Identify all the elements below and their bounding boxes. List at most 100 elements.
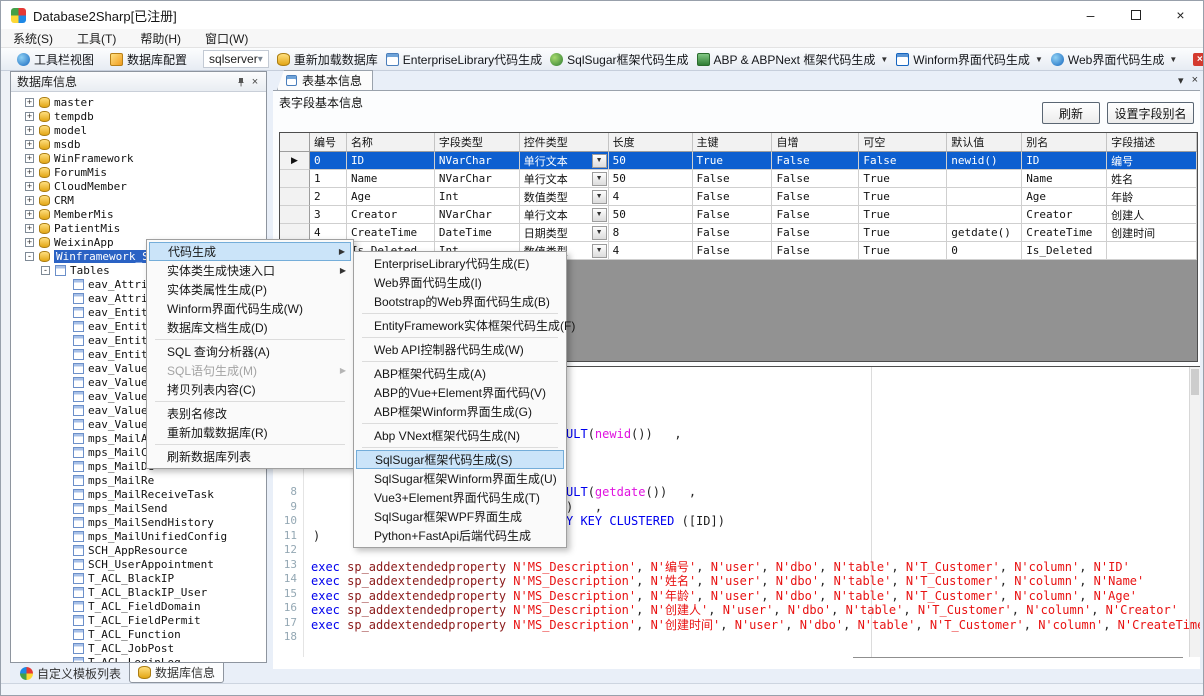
toolbar-button-exit[interactable]: ×退出 <box>1189 49 1204 70</box>
tree-item-database[interactable]: +model <box>11 123 266 137</box>
tree-item-table[interactable]: T_ACL_JobPost <box>11 641 266 655</box>
menu-item[interactable]: Vue3+Element界面代码生成(T) <box>356 488 564 507</box>
grid-cell-default[interactable] <box>947 206 1022 224</box>
tree-item-table[interactable]: mps_MailUnifiedConfig <box>11 529 266 543</box>
grid-cell-type[interactable]: DateTime <box>435 224 520 242</box>
grid-cell-control[interactable]: 单行文本▼ <box>520 206 609 224</box>
grid-column-header[interactable]: 名称 <box>347 133 435 152</box>
menu-item[interactable]: 实体类生成快速入口▶ <box>149 261 351 280</box>
tree-expand-icon[interactable]: + <box>25 126 34 135</box>
menu-item[interactable]: SQL 查询分析器(A) <box>149 342 351 361</box>
grid-cell-default[interactable] <box>947 170 1022 188</box>
grid-column-header[interactable]: 字段描述 <box>1107 133 1197 152</box>
tree-expand-icon[interactable]: + <box>25 196 34 205</box>
grid-column-header[interactable]: 默认值 <box>947 133 1022 152</box>
grid-cell-alias[interactable]: Age <box>1022 188 1107 206</box>
grid-cell-alias[interactable]: CreateTime <box>1022 224 1107 242</box>
grid-cell-desc[interactable]: 编号 <box>1107 152 1197 170</box>
menu-item[interactable]: 代码生成▶ <box>149 242 351 261</box>
grid-cell-no[interactable]: 1 <box>310 170 347 188</box>
grid-cell-inc[interactable]: False <box>772 224 859 242</box>
grid-cell-name[interactable]: ID <box>347 152 435 170</box>
toolbar-button-web[interactable]: Web界面代码生成▼ <box>1047 49 1181 70</box>
grid-cell-len[interactable]: 50 <box>609 206 693 224</box>
menu-item[interactable]: Bootstrap的Web界面代码生成(B) <box>356 292 564 311</box>
grid-cell-desc[interactable] <box>1107 242 1197 260</box>
combo-dropdown-button[interactable]: ▼ <box>592 172 607 186</box>
grid-cell-inc[interactable]: False <box>772 242 859 260</box>
tree-item-table[interactable]: T_ACL_FieldDomain <box>11 599 266 613</box>
grid-column-header[interactable]: 自增 <box>772 133 859 152</box>
grid-cell-control[interactable]: 日期类型▼ <box>520 224 609 242</box>
grid-cell-no[interactable]: 2 <box>310 188 347 206</box>
tree-item-table[interactable]: T_ACL_BlackIP <box>11 571 266 585</box>
menu-item[interactable]: 数据库文档生成(D) <box>149 318 351 337</box>
grid-row-header[interactable] <box>280 170 310 188</box>
maximize-button[interactable] <box>1113 1 1158 29</box>
menu-item[interactable]: SqlSugar框架代码生成(S) <box>356 450 564 469</box>
menu-item[interactable]: 拷贝列表内容(C) <box>149 380 351 399</box>
grid-cell-pk[interactable]: False <box>693 170 773 188</box>
grid-cell-alias[interactable]: ID <box>1022 152 1107 170</box>
toolbar-button-enterpriselibrary[interactable]: EnterpriseLibrary代码生成 <box>382 49 546 70</box>
grid-column-header[interactable]: 别名 <box>1022 133 1107 152</box>
toolbar-button-reload-database[interactable]: 重新加载数据库 <box>273 49 382 70</box>
combo-dropdown-button[interactable]: ▼ <box>592 190 607 204</box>
code-horizontal-scrollbar[interactable] <box>853 657 1183 658</box>
grid-cell-inc[interactable]: False <box>772 152 859 170</box>
tab-table-basic-info[interactable]: 表基本信息 <box>277 70 373 90</box>
grid-cell-len[interactable]: 8 <box>609 224 693 242</box>
toolbar-button-abp[interactable]: ABP & ABPNext 框架代码生成▼ <box>693 49 893 70</box>
grid-cell-type[interactable]: NVarChar <box>435 206 520 224</box>
menu-item[interactable]: Web API控制器代码生成(W) <box>356 340 564 359</box>
grid-column-header[interactable]: 编号 <box>310 133 347 152</box>
tree-item-table[interactable]: T_ACL_FieldPermit <box>11 613 266 627</box>
menu-item[interactable]: SqlSugar框架WPF界面生成 <box>356 507 564 526</box>
grid-cell-pk[interactable]: False <box>693 188 773 206</box>
menu-item[interactable]: ABP的Vue+Element界面代码(V) <box>356 383 564 402</box>
tree-expand-icon[interactable]: + <box>25 210 34 219</box>
database-type-combobox[interactable]: sqlserver▾ <box>203 50 269 68</box>
tree-expand-icon[interactable]: + <box>25 238 34 247</box>
grid-cell-no[interactable]: 3 <box>310 206 347 224</box>
close-button[interactable]: × <box>1158 1 1203 29</box>
tree-item-database[interactable]: +CloudMember <box>11 179 266 193</box>
grid-cell-len[interactable]: 4 <box>609 242 693 260</box>
menubar-item[interactable]: 帮助(H) <box>140 30 181 47</box>
refresh-button[interactable]: 刷新 <box>1042 102 1100 124</box>
toolbar-button-db-config[interactable]: 数据库配置 <box>106 49 191 70</box>
grid-cell-pk[interactable]: False <box>693 242 773 260</box>
grid-cell-pk[interactable]: False <box>693 206 773 224</box>
grid-cell-inc[interactable]: False <box>772 188 859 206</box>
grid-cell-len[interactable]: 4 <box>609 188 693 206</box>
grid-column-header[interactable]: 可空 <box>859 133 947 152</box>
tree-expand-icon[interactable]: + <box>25 224 34 233</box>
tree-item-database[interactable]: +PatientMis <box>11 221 266 235</box>
tree-item-database[interactable]: +tempdb <box>11 109 266 123</box>
tree-item-database[interactable]: +msdb <box>11 137 266 151</box>
grid-cell-desc[interactable]: 创建时间 <box>1107 224 1197 242</box>
grid-cell-default[interactable]: getdate() <box>947 224 1022 242</box>
grid-cell-nullable[interactable]: False <box>859 152 947 170</box>
grid-cell-pk[interactable]: False <box>693 224 773 242</box>
grid-cell-inc[interactable]: False <box>772 170 859 188</box>
tab-list-dropdown-icon[interactable]: ▾ <box>1178 74 1184 87</box>
menu-item[interactable]: Web界面代码生成(I) <box>356 273 564 292</box>
tree-expand-icon[interactable]: + <box>25 140 34 149</box>
tree-item-database[interactable]: +master <box>11 95 266 109</box>
grid-cell-name[interactable]: Creator <box>347 206 435 224</box>
menu-item[interactable]: 实体类属性生成(P) <box>149 280 351 299</box>
grid-cell-pk[interactable]: True <box>693 152 773 170</box>
grid-cell-desc[interactable]: 年龄 <box>1107 188 1197 206</box>
grid-cell-nullable[interactable]: True <box>859 170 947 188</box>
close-panel-icon[interactable]: × <box>248 75 262 89</box>
grid-cell-type[interactable]: Int <box>435 188 520 206</box>
tree-expand-icon[interactable]: + <box>25 182 34 191</box>
toolbar-button-toolbar-view[interactable]: 工具栏视图 <box>13 49 98 70</box>
grid-cell-nullable[interactable]: True <box>859 188 947 206</box>
tree-expand-icon[interactable]: + <box>25 98 34 107</box>
tree-item-table[interactable]: SCH_UserAppointment <box>11 557 266 571</box>
bottom-tab-active[interactable]: 数据库信息 <box>129 663 224 683</box>
grid-cell-nullable[interactable]: True <box>859 242 947 260</box>
tree-item-database[interactable]: +CRM <box>11 193 266 207</box>
